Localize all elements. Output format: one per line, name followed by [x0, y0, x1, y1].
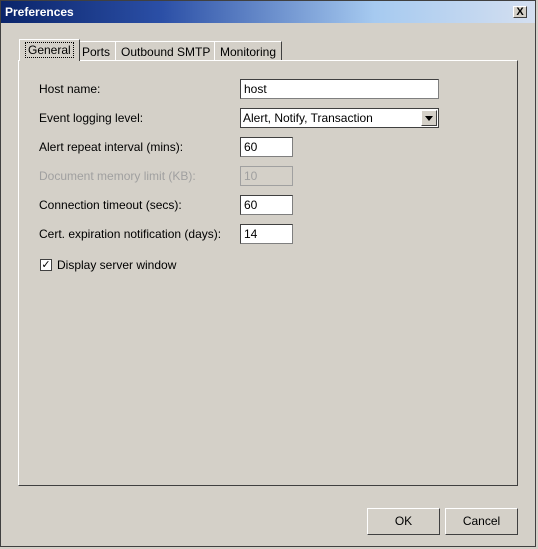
- chevron-down-icon[interactable]: [421, 110, 437, 126]
- doc-memory-input: [240, 166, 293, 186]
- tab-general-label: General: [25, 42, 74, 58]
- tab-monitoring-label: Monitoring: [220, 45, 277, 59]
- cert-expiration-label: Cert. expiration notification (days):: [39, 227, 222, 241]
- ok-button[interactable]: OK: [367, 508, 440, 535]
- window-title: Preferences: [5, 5, 74, 19]
- tab-outbound-smtp[interactable]: Outbound SMTP: [115, 41, 217, 60]
- tab-monitoring[interactable]: Monitoring: [214, 41, 283, 60]
- preferences-window: Preferences X General Ports Outbound SMT…: [0, 0, 536, 547]
- alert-repeat-input[interactable]: [240, 137, 293, 157]
- display-server-checkbox[interactable]: ✓: [40, 259, 52, 271]
- display-server-label: Display server window: [57, 258, 177, 272]
- event-logging-select[interactable]: Alert, Notify, Transaction: [240, 108, 439, 128]
- cancel-button[interactable]: Cancel: [445, 508, 518, 535]
- title-bar[interactable]: Preferences X: [1, 1, 535, 23]
- alert-repeat-label: Alert repeat interval (mins):: [39, 140, 184, 154]
- host-name-label: Host name:: [39, 82, 101, 96]
- close-button[interactable]: X: [513, 6, 527, 18]
- tab-general[interactable]: General: [19, 39, 80, 61]
- cert-expiration-input[interactable]: [240, 224, 293, 244]
- tab-outbound-smtp-label: Outbound SMTP: [121, 45, 211, 59]
- event-logging-value: Alert, Notify, Transaction: [243, 111, 373, 125]
- tab-ports[interactable]: Ports: [76, 41, 117, 60]
- conn-timeout-label: Connection timeout (secs):: [39, 198, 182, 212]
- event-logging-label: Event logging level:: [39, 111, 144, 125]
- doc-memory-label: Document memory limit (KB):: [39, 169, 196, 183]
- tab-ports-label: Ports: [82, 45, 111, 59]
- conn-timeout-input[interactable]: [240, 195, 293, 215]
- host-name-input[interactable]: [240, 79, 439, 99]
